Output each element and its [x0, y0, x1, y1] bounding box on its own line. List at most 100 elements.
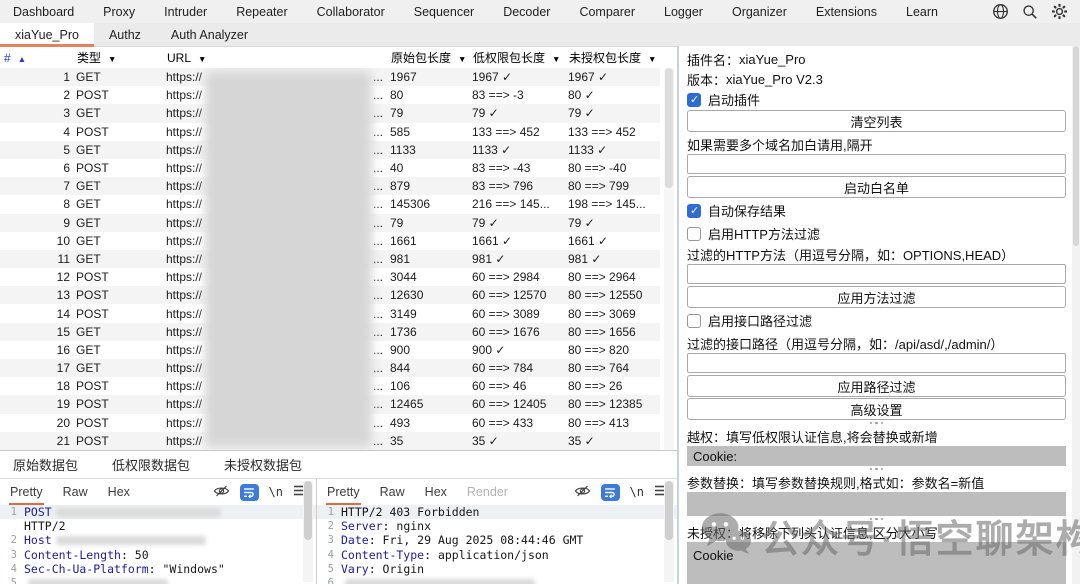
menu-item-decoder[interactable]: Decoder [503, 5, 550, 19]
apply-method-filter-button[interactable]: 应用方法过滤 [687, 286, 1066, 308]
col-header-index[interactable]: #▲ [0, 51, 76, 65]
view-tab-raw[interactable]: Raw [379, 481, 406, 503]
cell-index: 2 [0, 88, 76, 102]
menu-item-learn[interactable]: Learn [906, 5, 938, 19]
request-editor-scrollbar[interactable] [303, 481, 313, 582]
cell-index: 1 [0, 70, 76, 84]
menu-item-intruder[interactable]: Intruder [164, 5, 207, 19]
burp-window: Dashboard Proxy Intruder Repeater Collaborat… [0, 0, 1080, 584]
cell-lowpriv-length: 60 ==> 1676 [472, 325, 568, 339]
request-editor-content[interactable]: 1POSTHTTP/22Host3Content-Length: 504Sec-… [0, 505, 316, 584]
cell-method: GET [76, 343, 166, 357]
view-tab-render[interactable]: Render [466, 481, 509, 503]
tab-authz[interactable]: Authz [94, 23, 156, 46]
view-tab-hex[interactable]: Hex [107, 481, 131, 503]
cell-unauth-length: 80 ==> -40 [568, 161, 660, 175]
scrollbar-thumb[interactable] [1073, 46, 1079, 246]
cell-unauth-length: 79 ✓ [568, 106, 660, 120]
newline-icon[interactable]: \n [269, 485, 283, 499]
wrap-icon[interactable] [601, 484, 620, 501]
cell-unauth-length: 1133 ✓ [568, 143, 660, 157]
cell-lowpriv-length: 1661 ✓ [472, 234, 568, 248]
menu-item-collaborator[interactable]: Collaborator [317, 5, 385, 19]
col-header-unauth-length[interactable]: 未授权包长度▼ [568, 49, 660, 66]
view-tab-pretty[interactable]: Pretty [9, 481, 44, 503]
code-token: : [149, 562, 163, 576]
settings-icon[interactable] [1051, 3, 1068, 20]
cell-method: GET [76, 234, 166, 248]
packet-tab[interactable]: 低权限数据包 [110, 450, 192, 479]
col-header-type[interactable]: 类型▼ [76, 49, 166, 66]
unauth-headers-textarea[interactable]: Cookie [687, 542, 1066, 584]
wrap-icon[interactable] [240, 484, 259, 501]
menu-item-sequencer[interactable]: Sequencer [414, 5, 474, 19]
response-editor-scrollbar[interactable] [664, 481, 674, 582]
cell-index: 7 [0, 179, 76, 193]
code-token: Server [341, 519, 383, 533]
view-tab-raw[interactable]: Raw [62, 481, 89, 503]
auto-save-checkbox[interactable]: 自动保存结果 [687, 200, 1066, 221]
path-filter-input[interactable] [687, 353, 1066, 373]
clear-list-button[interactable]: 清空列表 [687, 110, 1066, 132]
method-filter-hint: 过滤的HTTP方法（用逗号分隔，如：OPTIONS,HEAD） [687, 244, 1066, 264]
menu-item-extensions[interactable]: Extensions [816, 5, 877, 19]
editors: Pretty Raw Hex \n 1POSTHTTP/22Host3Content… [0, 478, 677, 584]
view-tab-hex[interactable]: Hex [424, 481, 448, 503]
path-filter-checkbox[interactable]: 启用接口路径过滤 [687, 310, 1066, 331]
cell-orig-length: 79 [390, 106, 472, 120]
menu-item-comparer[interactable]: Comparer [579, 5, 635, 19]
table-scrollbar[interactable] [664, 68, 674, 450]
packet-tab[interactable]: 原始数据包 [11, 450, 80, 479]
advanced-settings-button[interactable]: 高级设置 [687, 398, 1066, 420]
path-filter-hint: 过滤的接口路径（用逗号分隔，如：/api/asd/,/admin/） [687, 333, 1066, 353]
redacted-text [56, 536, 206, 545]
col-header-lowpriv-length[interactable]: 低权限包长度▼ [472, 49, 568, 66]
hide-icon[interactable] [574, 484, 591, 501]
cell-orig-length: 585 [390, 125, 472, 139]
menu-item-proxy[interactable]: Proxy [103, 5, 135, 19]
line-number: 2 [317, 519, 334, 533]
method-filter-input[interactable] [687, 264, 1066, 284]
tab-xiayue-pro[interactable]: xiaYue_Pro [0, 23, 94, 46]
response-editor-content[interactable]: 1HTTP/2 403 Forbidden2Server: nginx3Date… [317, 505, 677, 584]
cell-lowpriv-length: 83 ==> -3 [472, 88, 568, 102]
cell-unauth-length: 80 ✓ [568, 88, 660, 102]
tab-auth-analyzer[interactable]: Auth Analyzer [156, 23, 263, 46]
override-auth-textarea[interactable]: Cookie: [687, 446, 1066, 466]
code-line: 3Content-Length: 50 [0, 548, 316, 562]
top-menubar: Dashboard Proxy Intruder Repeater Collaborat… [0, 0, 1080, 23]
menu-item-dashboard[interactable]: Dashboard [13, 5, 74, 19]
scrollbar-thumb[interactable] [665, 481, 673, 540]
menu-item-repeater[interactable]: Repeater [236, 5, 287, 19]
menu-item-organizer[interactable]: Organizer [732, 5, 787, 19]
response-toolbar: Pretty Raw Hex Render \n [317, 479, 677, 505]
whitelist-input[interactable] [687, 154, 1066, 174]
newline-icon[interactable]: \n [630, 485, 644, 499]
search-icon[interactable] [1022, 4, 1038, 20]
start-whitelist-button[interactable]: 启动白名单 [687, 176, 1066, 198]
panel-scrollbar[interactable] [1072, 46, 1080, 584]
param-replace-textarea[interactable] [687, 492, 1066, 516]
packet-tabbar: 原始数据包 低权限数据包 未授权数据包 [0, 451, 677, 478]
cell-method: GET [76, 252, 166, 266]
view-tab-pretty[interactable]: Pretty [326, 481, 361, 503]
cell-unauth-length: 1967 ✓ [568, 70, 660, 84]
sort-desc-icon: ▼ [552, 54, 560, 64]
col-header-url[interactable]: URL▼ [166, 51, 390, 65]
hide-icon[interactable] [213, 484, 230, 501]
packet-tab[interactable]: 未授权数据包 [222, 450, 304, 479]
http-method-filter-checkbox[interactable]: 启用HTTP方法过滤 [687, 223, 1066, 244]
line-number: 6 [317, 576, 334, 584]
cell-unauth-length: 981 ✓ [568, 252, 660, 266]
enable-plugin-checkbox[interactable]: 启动插件 [687, 89, 1066, 110]
code-line: 1POST [0, 505, 316, 519]
col-header-orig-length[interactable]: 原始包长度▼ [390, 49, 472, 66]
cell-method: POST [76, 125, 166, 139]
apply-path-filter-button[interactable]: 应用路径过滤 [687, 375, 1066, 397]
globe-icon[interactable] [992, 3, 1009, 20]
scrollbar-thumb[interactable] [304, 481, 312, 540]
cell-orig-length: 1736 [390, 325, 472, 339]
cell-orig-length: 493 [390, 416, 472, 430]
scrollbar-thumb[interactable] [665, 68, 673, 188]
menu-item-logger[interactable]: Logger [664, 5, 703, 19]
